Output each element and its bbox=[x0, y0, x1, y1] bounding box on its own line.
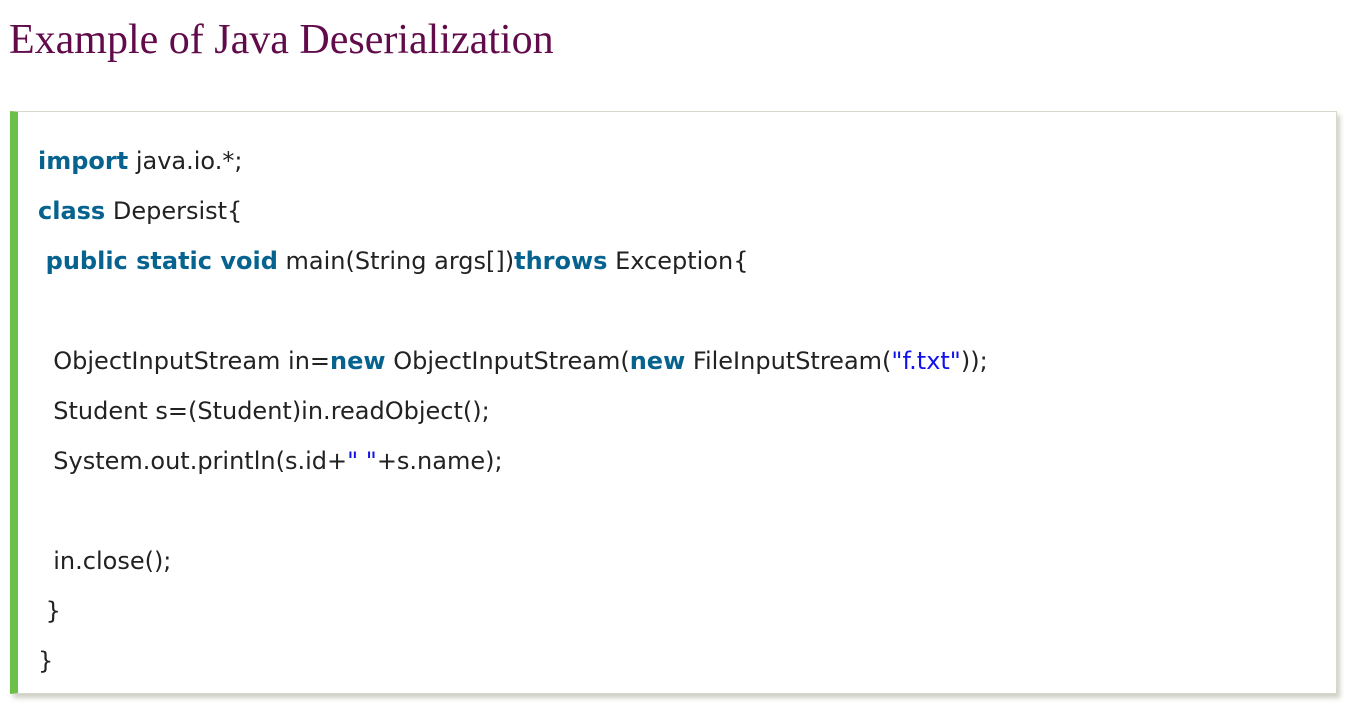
keyword: class bbox=[38, 197, 106, 225]
code-lines: import java.io.*; class Depersist{ publi… bbox=[18, 136, 1336, 686]
code-text: java.io.*; bbox=[128, 147, 243, 175]
code-text: Depersist{ bbox=[105, 197, 243, 225]
keyword: new bbox=[330, 347, 386, 375]
code-text: )); bbox=[960, 347, 988, 375]
code-line-1: import java.io.*; bbox=[38, 136, 1336, 186]
code-line-2: class Depersist{ bbox=[38, 186, 1336, 236]
code-text: FileInputStream( bbox=[685, 347, 892, 375]
keyword: throws bbox=[514, 247, 608, 275]
code-text: } bbox=[38, 597, 61, 625]
code-text: System.out.println(s.id+ bbox=[38, 447, 348, 475]
code-text: ObjectInputStream in= bbox=[53, 347, 331, 375]
code-line-11: } bbox=[38, 636, 1336, 686]
string-literal: "f.txt" bbox=[891, 347, 961, 375]
string-literal: " " bbox=[347, 447, 377, 475]
code-line-3: public static void main(String args[])th… bbox=[38, 236, 1336, 286]
code-text: ObjectInputStream( bbox=[385, 347, 630, 375]
code-text: +s.name); bbox=[376, 447, 503, 475]
code-line-7: System.out.println(s.id+" "+s.name); bbox=[38, 436, 1336, 486]
page-title: Example of Java Deserialization bbox=[9, 17, 554, 63]
code-line-10: } bbox=[38, 586, 1336, 636]
code-block: import java.io.*; class Depersist{ publi… bbox=[10, 111, 1337, 694]
code-line-6: Student s=(Student)in.readObject(); bbox=[38, 386, 1336, 436]
code-line-9: in.close(); bbox=[38, 536, 1336, 586]
keyword: import bbox=[38, 147, 129, 175]
code-text: in.close(); bbox=[38, 547, 172, 575]
code-text: } bbox=[38, 647, 54, 675]
code-line-5: ObjectInputStream in=new ObjectInputStre… bbox=[38, 336, 1336, 386]
code-text: Exception{ bbox=[607, 247, 749, 275]
code-text: Student s=(Student)in.readObject(); bbox=[38, 397, 490, 425]
keyword: new bbox=[629, 347, 686, 375]
keyword: public static void bbox=[45, 247, 278, 275]
code-text: main(String args[]) bbox=[277, 247, 515, 275]
